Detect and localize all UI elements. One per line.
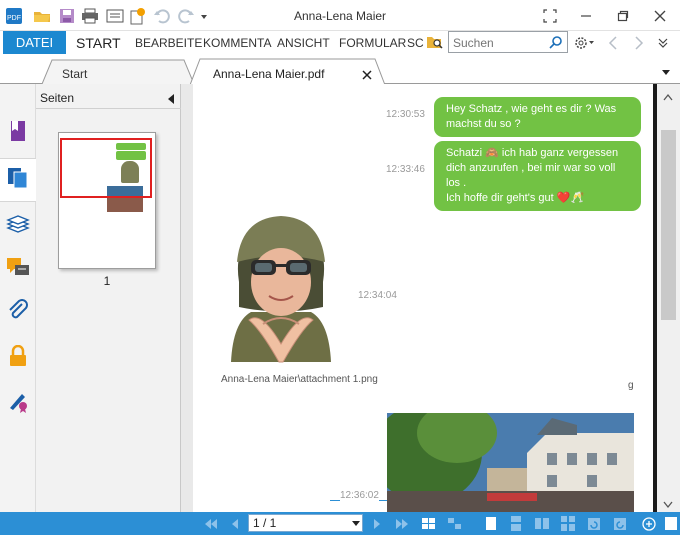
security-lock-icon[interactable] xyxy=(4,342,32,370)
attachments-icon[interactable] xyxy=(4,296,32,324)
stray-text: g xyxy=(628,380,634,391)
page-number-field[interactable]: 1 / 1 xyxy=(248,514,363,532)
message-timestamp: 12:33:46 xyxy=(386,164,425,175)
pages-panel-title: Seiten xyxy=(40,91,75,105)
page-thumbnail[interactable] xyxy=(58,132,156,269)
message-line: Schatzi 🙈 ich hab ganz vergessen xyxy=(446,147,619,159)
find-in-folder-icon[interactable] xyxy=(426,34,444,53)
tab-ansicht[interactable]: ANSICHT xyxy=(277,36,330,50)
vertical-scrollbar[interactable] xyxy=(657,84,680,512)
message-line: Hey Schatz , wie geht es dir ? Was xyxy=(446,103,617,115)
rotate-right-icon[interactable] xyxy=(612,516,628,531)
message-timestamp: 12:30:53 xyxy=(386,109,425,120)
settings-gear-icon[interactable] xyxy=(574,35,596,54)
scroll-up-icon[interactable] xyxy=(663,90,673,104)
chat-bubble-2: Schatzi 🙈 ich hab ganz vergessen dich an… xyxy=(434,141,641,211)
next-page-icon[interactable] xyxy=(370,516,384,531)
status-bar: 1 / 1 xyxy=(0,512,680,535)
restore-button[interactable] xyxy=(612,6,634,26)
fullscreen-icon[interactable] xyxy=(539,6,561,26)
scroll-thumb[interactable] xyxy=(661,130,676,320)
message-line: Ich hoffe dir geht's gut ❤️🥂 xyxy=(446,192,585,204)
zoom-in-icon[interactable] xyxy=(641,516,657,531)
last-page-icon[interactable] xyxy=(394,516,410,531)
tab-list-dropdown-icon[interactable] xyxy=(661,66,671,80)
search-box[interactable] xyxy=(448,31,568,53)
rotate-left-icon[interactable] xyxy=(586,516,602,531)
layers-icon[interactable] xyxy=(4,210,32,238)
title-bar: PDF Anna-Lena Maier xyxy=(0,0,680,31)
scroll-down-icon[interactable] xyxy=(663,498,673,512)
tab-start-page[interactable]: Start xyxy=(42,58,194,85)
page-dropdown-icon[interactable] xyxy=(352,521,360,527)
collapse-ribbon-icon[interactable] xyxy=(657,36,669,51)
navigation-rail xyxy=(0,84,36,512)
bookmarks-icon[interactable] xyxy=(4,117,32,145)
minimize-button[interactable] xyxy=(575,6,597,26)
signature-icon[interactable] xyxy=(4,387,32,415)
next-arrow-icon[interactable] xyxy=(633,35,645,54)
zoom-slider-handle[interactable] xyxy=(665,517,677,530)
pages-panel: Seiten 1 xyxy=(36,84,181,512)
visible-area-marker[interactable] xyxy=(60,138,152,198)
thumbnail-page-number: 1 xyxy=(103,274,111,288)
building-photo xyxy=(387,413,634,512)
facing-view-icon[interactable] xyxy=(534,516,550,531)
collapse-panel-icon[interactable] xyxy=(167,93,175,107)
tab-formular[interactable]: FORMULAR xyxy=(339,36,406,50)
close-tab-icon[interactable] xyxy=(362,69,372,83)
message-line: machst du so ? xyxy=(446,118,521,130)
tab-document[interactable]: Anna-Lena Maier.pdf xyxy=(190,58,385,85)
ribbon-tab-bar: DATEI START BEARBEITE KOMMENTA ANSICHT F… xyxy=(0,31,680,56)
comments-icon[interactable] xyxy=(4,254,32,282)
tab-kommentar[interactable]: KOMMENTA xyxy=(203,36,271,50)
attachment-timestamp: 12:34:04 xyxy=(358,290,397,301)
page-number-text: 1 / 1 xyxy=(253,516,277,530)
memoji-sticker-image xyxy=(221,212,341,373)
previous-arrow-icon[interactable] xyxy=(607,35,619,54)
first-page-icon[interactable] xyxy=(203,516,219,531)
page-thumbnails-icon[interactable] xyxy=(4,164,32,192)
single-page-view-icon[interactable] xyxy=(484,516,498,531)
extract-pages-icon[interactable] xyxy=(446,516,464,531)
tab-schuetzen[interactable]: SC xyxy=(407,36,424,50)
document-view: 12:30:53 Hey Schatz , wie geht es dir ? … xyxy=(193,84,653,512)
chat-bubble-1: Hey Schatz , wie geht es dir ? Was machs… xyxy=(434,97,641,137)
panel-splitter[interactable] xyxy=(181,84,193,512)
attachment-caption: Anna-Lena Maier\attachment 1.png xyxy=(221,374,378,385)
tab-start-label: Start xyxy=(62,67,88,81)
photo-timestamp: 12:36:02 xyxy=(340,490,379,501)
previous-page-icon[interactable] xyxy=(228,516,242,531)
continuous-facing-view-icon[interactable] xyxy=(560,516,576,531)
search-icon[interactable] xyxy=(549,35,563,52)
document-tab-strip: Start Anna-Lena Maier.pdf xyxy=(0,58,680,85)
tab-start[interactable]: START xyxy=(76,35,121,51)
continuous-view-icon[interactable] xyxy=(508,516,524,531)
close-window-button[interactable] xyxy=(649,6,671,26)
message-line: dich anzurufen , bei mir war so voll los… xyxy=(446,162,616,189)
grid-view-icon[interactable] xyxy=(420,516,438,531)
search-input[interactable] xyxy=(453,35,547,50)
tab-document-label: Anna-Lena Maier.pdf xyxy=(213,67,325,81)
tab-bearbeiten[interactable]: BEARBEITE xyxy=(135,36,202,50)
file-tab[interactable]: DATEI xyxy=(3,31,66,54)
